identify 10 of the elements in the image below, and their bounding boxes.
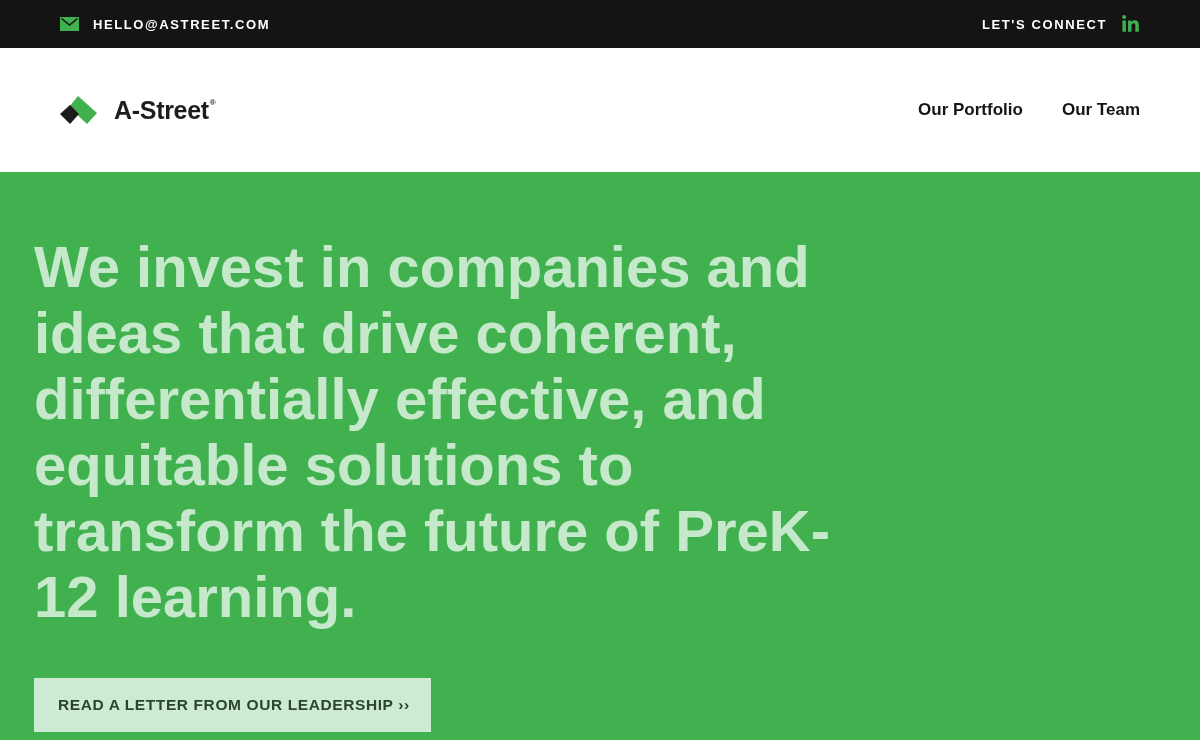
nav-link[interactable]: Our Team: [1061, 100, 1140, 120]
leadership-letter-button[interactable]: READ A LETTER FROM OUR LEADERSHIP ››: [34, 678, 431, 732]
linkedin-icon[interactable]: [1121, 14, 1140, 34]
logo-icon: [60, 95, 98, 125]
connect-link[interactable]: LET'S CONNECT: [982, 16, 1107, 32]
logo-text[interactable]: A-Street$^{®}$: [114, 95, 216, 125]
hero-headline: We invest in companies and ideas that drive coherent, differentially effective, and equitable solutions to transform the future of PreK-12 learning.: [34, 234, 831, 630]
nav-link[interactable]: Our Portfolio: [918, 100, 1023, 120]
envelope-icon: [60, 17, 79, 31]
email-link[interactable]: HELLO@ASTREET.COM: [93, 16, 271, 32]
